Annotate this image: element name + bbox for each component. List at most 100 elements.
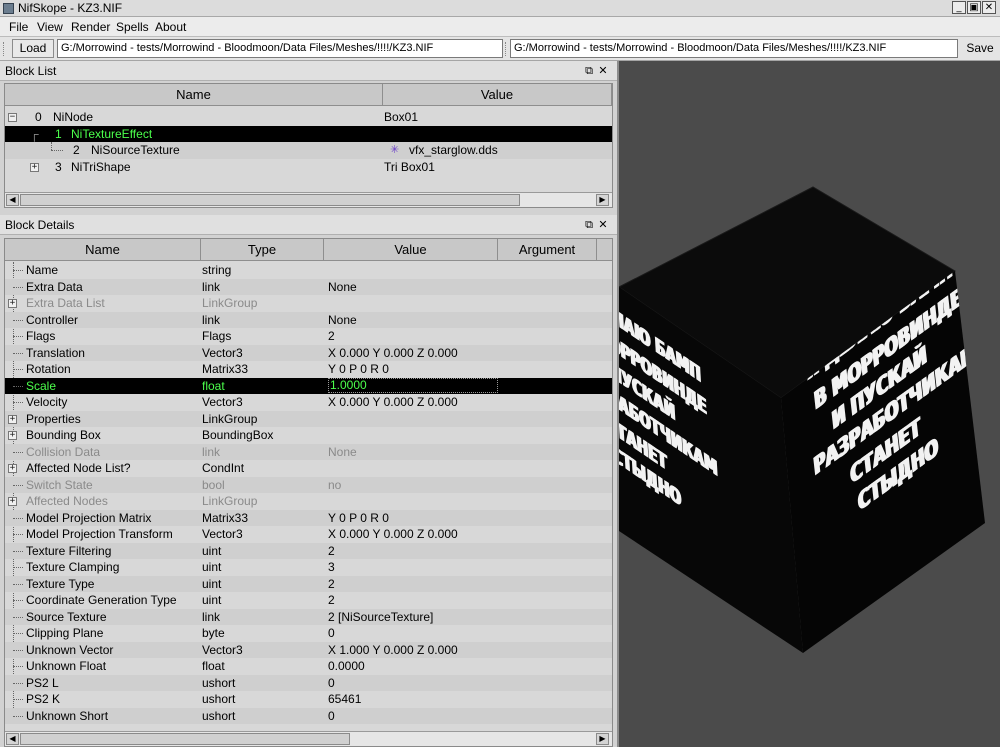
menu-spells[interactable]: Spells [116, 20, 149, 34]
field-value[interactable]: 2 [NiSourceTexture] [328, 609, 596, 625]
detail-row[interactable]: Flags Flags 2 [5, 328, 612, 345]
detail-row[interactable]: Name string [5, 262, 612, 279]
field-name: Translation [26, 345, 85, 360]
toolbar-grip-icon[interactable] [3, 42, 6, 56]
detail-row[interactable]: + Extra Data List LinkGroup [5, 295, 612, 312]
load-path-input[interactable]: G:/Morrowind - tests/Morrowind - Bloodmo… [57, 39, 503, 58]
scroll-left-icon[interactable]: ◀ [6, 733, 19, 745]
field-value[interactable]: 2 [328, 543, 596, 559]
detail-row[interactable]: Texture Filtering uint 2 [5, 542, 612, 559]
render-viewport[interactable]: Я ДЕЛАЮ БАМПЯ ДЕЛАЮ БАМПЯ ДЕЛАЮ БАМПВ МО… [619, 61, 1000, 747]
detail-row[interactable]: Clipping Plane byte 0 [5, 625, 612, 642]
column-header-argument[interactable]: Argument [498, 239, 597, 261]
field-value[interactable]: 2 [328, 576, 596, 592]
detail-row[interactable]: Coordinate Generation Type uint 2 [5, 592, 612, 609]
expand-icon[interactable]: + [8, 414, 17, 424]
field-value[interactable]: 0.0000 [328, 658, 596, 674]
menu-about[interactable]: About [155, 20, 186, 34]
detail-row[interactable]: + Affected Node List? CondInt [5, 460, 612, 477]
detail-row[interactable]: PS2 K ushort 65461 [5, 691, 612, 708]
detail-row[interactable]: Controller link None [5, 311, 612, 328]
load-button[interactable]: Load [12, 39, 54, 58]
tree-row-selected[interactable]: ┌ 1 NiTextureEffect [5, 125, 612, 142]
scroll-right-icon[interactable]: ▶ [596, 733, 609, 745]
expand-icon[interactable]: + [8, 299, 17, 308]
toolbar-grip-icon[interactable] [505, 42, 508, 56]
detail-row[interactable]: Unknown Float float 0.0000 [5, 658, 612, 675]
column-header-type[interactable]: Type [201, 239, 324, 261]
column-header-value[interactable]: Value [383, 84, 612, 106]
detail-row[interactable]: Model Projection Matrix Matrix33 Y 0 P 0 R… [5, 509, 612, 526]
detail-row[interactable]: Unknown Short ushort 0 [5, 707, 612, 724]
field-value[interactable]: 3 [328, 559, 596, 575]
minimize-button[interactable]: _ [952, 1, 966, 14]
detail-row[interactable]: + Properties LinkGroup [5, 410, 612, 427]
expand-icon[interactable]: + [30, 162, 39, 172]
column-header-name[interactable]: Name [5, 239, 201, 261]
menu-render[interactable]: Render [71, 20, 110, 34]
close-icon[interactable]: ✕ [597, 64, 609, 77]
column-header-value[interactable]: Value [324, 239, 498, 261]
detail-row[interactable]: Collision Data link None [5, 443, 612, 460]
detail-row[interactable]: Source Texture link 2 [NiSourceTexture] [5, 608, 612, 625]
field-value[interactable]: 0 [328, 708, 596, 724]
close-icon[interactable]: ✕ [597, 218, 609, 231]
menu-file[interactable]: File [9, 20, 28, 34]
field-value[interactable]: 0 [328, 675, 596, 691]
collapse-icon[interactable]: − [8, 113, 17, 122]
detail-row[interactable]: Unknown Vector Vector3 X 1.000 Y 0.000 Z 0… [5, 641, 612, 658]
tree-branch-icon [13, 402, 23, 403]
field-value[interactable]: 2 [328, 328, 596, 344]
tree-row[interactable]: − 0 NiNode Box01 [5, 109, 612, 126]
restore-button[interactable]: ▣ [967, 1, 981, 14]
field-value[interactable]: None [328, 312, 596, 328]
field-value[interactable]: Y 0 P 0 R 0 [328, 510, 596, 526]
tree-row[interactable]: + 3 NiTriShape Tri Box01 [5, 159, 612, 176]
horizontal-scrollbar[interactable]: ◀ ▶ [5, 192, 612, 207]
scrollbar-thumb[interactable] [20, 194, 520, 206]
field-value-editor[interactable]: 1.0000 [328, 377, 498, 393]
field-value[interactable]: X 0.000 Y 0.000 Z 0.000 [328, 526, 596, 542]
field-value[interactable]: X 0.000 Y 0.000 Z 0.000 [328, 345, 596, 361]
field-value[interactable]: 65461 [328, 691, 596, 707]
detail-row[interactable]: + Affected Nodes LinkGroup [5, 493, 612, 510]
detail-row[interactable]: Switch State bool no [5, 476, 612, 493]
detail-row[interactable]: PS2 L ushort 0 [5, 674, 612, 691]
menu-view[interactable]: View [37, 20, 63, 34]
detail-row[interactable]: Texture Type uint 2 [5, 575, 612, 592]
field-value[interactable]: X 0.000 Y 0.000 Z 0.000 [328, 394, 596, 410]
detail-row[interactable]: Translation Vector3 X 0.000 Y 0.000 Z 0.00… [5, 344, 612, 361]
field-value[interactable]: Y 0 P 0 R 0 [328, 361, 596, 377]
field-value[interactable]: 0 [328, 625, 596, 641]
float-icon[interactable]: ⧉ [583, 64, 595, 78]
detail-row[interactable]: Velocity Vector3 X 0.000 Y 0.000 Z 0.000 [5, 394, 612, 411]
detail-row[interactable]: + Bounding Box BoundingBox [5, 427, 612, 444]
scrollbar-thumb[interactable] [20, 733, 350, 745]
detail-row[interactable]: Extra Data link None [5, 278, 612, 295]
tree-branch-icon [13, 583, 23, 585]
horizontal-scrollbar[interactable]: ◀ ▶ [5, 731, 612, 746]
field-value[interactable]: None [328, 279, 596, 295]
block-details-tree[interactable]: Name Type Value Argument Name string Extra… [4, 238, 613, 747]
tree-row[interactable]: 2 NiSourceTexture ✳ vfx_starglow.dds [5, 142, 612, 159]
field-value[interactable]: None [328, 444, 596, 460]
save-path-input[interactable]: G:/Morrowind - tests/Morrowind - Bloodmo… [510, 39, 958, 58]
scroll-left-icon[interactable]: ◀ [6, 194, 19, 206]
field-value[interactable]: no [328, 477, 596, 493]
scroll-right-icon[interactable]: ▶ [596, 194, 609, 206]
column-header-name[interactable]: Name [5, 84, 383, 106]
expand-icon[interactable]: + [8, 497, 17, 506]
float-icon[interactable]: ⧉ [583, 218, 595, 232]
detail-row[interactable]: Model Projection Transform Vector3 X 0.000… [5, 526, 612, 543]
block-list-tree[interactable]: Name Value − 0 NiNode Box01 ┌ 1 NiTextur… [4, 83, 613, 208]
expand-icon[interactable]: + [8, 464, 17, 473]
close-button[interactable]: ✕ [982, 1, 996, 14]
cube-texture-text: СТАНЕТ [937, 61, 1000, 131]
detail-row-selected[interactable]: Scale float 1.0000 [5, 377, 612, 394]
detail-row[interactable]: Rotation Matrix33 Y 0 P 0 R 0 [5, 361, 612, 378]
save-button[interactable]: Save [961, 39, 999, 58]
detail-row[interactable]: Texture Clamping uint 3 [5, 559, 612, 576]
field-value[interactable]: 2 [328, 592, 596, 608]
expand-icon[interactable]: + [8, 431, 17, 440]
field-value[interactable]: X 1.000 Y 0.000 Z 0.000 [328, 642, 596, 658]
